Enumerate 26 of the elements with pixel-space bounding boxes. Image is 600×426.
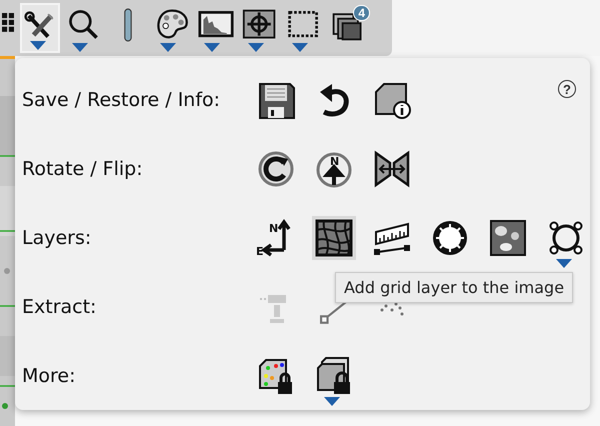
row-label: More: [22, 364, 77, 387]
row-label: Extract: [22, 296, 98, 318]
dropdown-icon[interactable] [30, 41, 46, 50]
rotate-icon [256, 149, 296, 190]
tool-button[interactable] [312, 216, 356, 260]
row-label: Layers: [22, 226, 92, 249]
slider-icon [123, 8, 133, 42]
dropdown-icon[interactable] [204, 43, 220, 52]
flip-icon [372, 149, 412, 190]
floppy-icon [256, 80, 296, 120]
grid-layer-icon [314, 218, 354, 258]
tooltip: Add grid layer to the image [335, 272, 574, 303]
dropdown-icon[interactable] [292, 43, 308, 52]
document-info-icon [372, 80, 412, 120]
toolbar-button[interactable]: 4 [328, 3, 368, 53]
row-label: Rotate / Flip: [22, 158, 144, 180]
dropdown-icon[interactable] [248, 43, 264, 52]
dropdown-icon[interactable] [324, 396, 340, 406]
dropdown-icon[interactable] [160, 43, 176, 52]
help-button[interactable]: ? [558, 80, 576, 98]
row-label: Save / Restore / Info: [22, 89, 222, 112]
count-badge: 4 [353, 5, 370, 21]
dropdown-icon[interactable] [556, 258, 572, 268]
toolbar-button[interactable] [20, 3, 60, 53]
dropdown-icon[interactable] [72, 43, 88, 52]
blobs-icon [488, 218, 528, 258]
